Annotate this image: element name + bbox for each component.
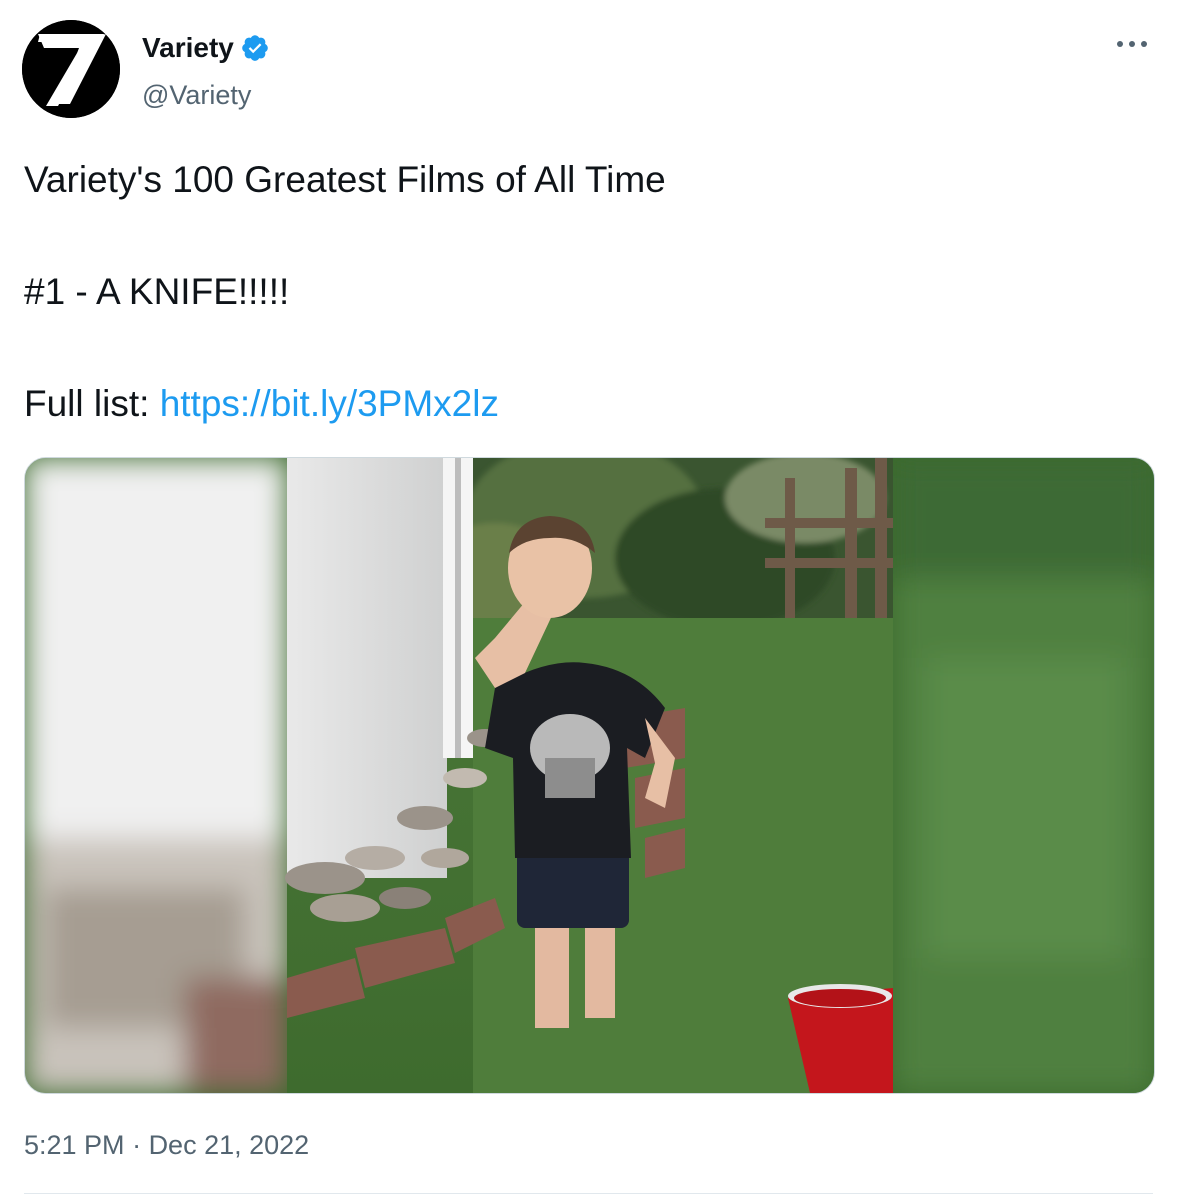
author-display-name[interactable]: Variety xyxy=(142,30,234,66)
timestamp-separator: · xyxy=(124,1130,149,1160)
author-name-row: Variety xyxy=(142,30,270,66)
timestamp-date[interactable]: Dec 21, 2022 xyxy=(149,1130,310,1160)
tweet: Variety @Variety Variety's 100 Greatest … xyxy=(0,0,1177,1200)
tweet-media-video[interactable] xyxy=(24,457,1155,1094)
center-video-frame xyxy=(285,458,893,1093)
full-list-label: Full list: xyxy=(24,383,160,424)
tweet-text-line: Full list: https://bit.ly/3PMx2lz xyxy=(24,376,1144,432)
tweet-text-line: #1 - A KNIFE!!!!! xyxy=(24,271,290,312)
tweet-link[interactable]: https://bit.ly/3PMx2lz xyxy=(160,383,499,424)
divider xyxy=(24,1193,1153,1194)
timestamp-time[interactable]: 5:21 PM xyxy=(24,1130,125,1160)
author-avatar[interactable] xyxy=(22,20,120,118)
right-blurred-pane xyxy=(893,458,1154,1093)
author-handle[interactable]: @Variety xyxy=(142,78,251,112)
tweet-timestamp: 5:21 PM · Dec 21, 2022 xyxy=(24,1125,309,1165)
more-options-button[interactable] xyxy=(1110,30,1154,58)
tweet-text-line: Variety's 100 Greatest Films of All Time xyxy=(24,159,666,200)
verified-badge-icon xyxy=(242,35,268,61)
more-dots-icon xyxy=(1117,41,1147,47)
tweet-text: Variety's 100 Greatest Films of All Time… xyxy=(24,152,1144,432)
left-blurred-pane xyxy=(25,458,287,1093)
video-frame xyxy=(25,458,1154,1093)
variety-v-logo-icon xyxy=(22,20,120,118)
